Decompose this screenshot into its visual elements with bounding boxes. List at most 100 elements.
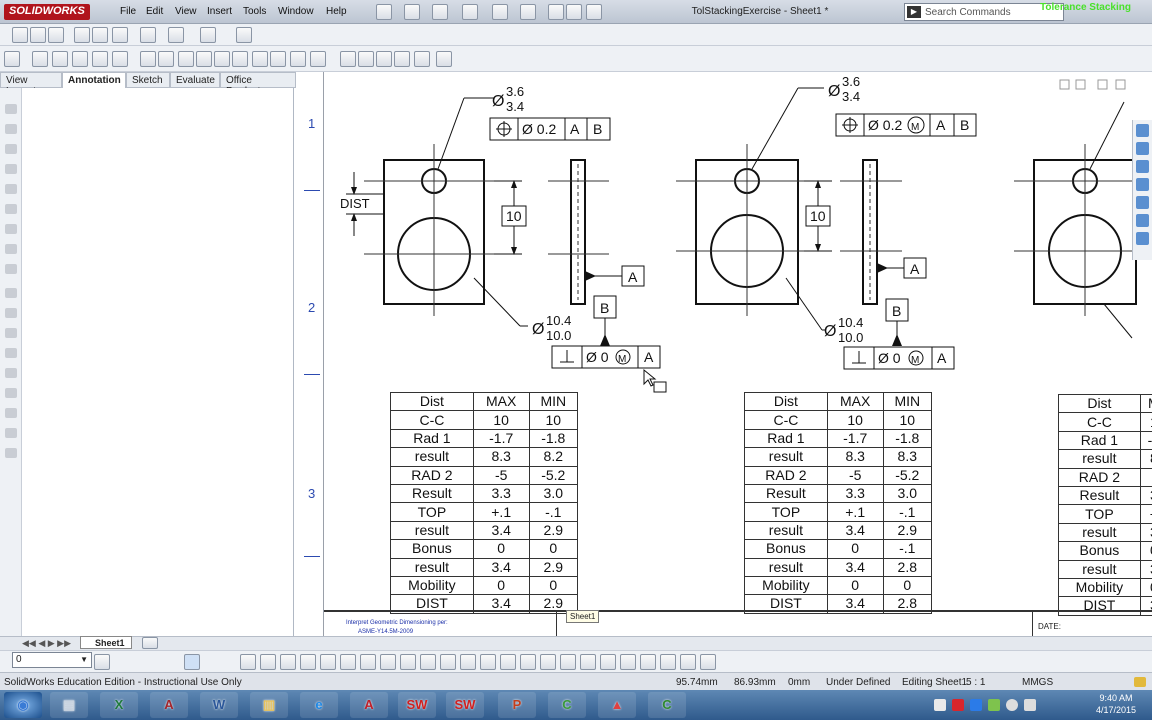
table-cell[interactable]: 8.2 <box>528 447 579 467</box>
tolerance-table-2[interactable]: Dist MAX MIN C-C 10 10 Rad 1 -1.7 -1.8 result 8.3 8… <box>744 391 933 614</box>
table-cell[interactable]: TOP <box>744 502 828 522</box>
view-orientation-icon[interactable] <box>92 27 108 43</box>
table-cell[interactable]: result <box>744 447 828 467</box>
table-header-cell[interactable]: MIN <box>882 391 933 412</box>
geometric-tolerance-icon[interactable] <box>252 51 268 67</box>
select-tool-icon[interactable] <box>184 654 200 670</box>
datum-feature-icon[interactable] <box>270 51 286 67</box>
view-settings-icon[interactable] <box>236 27 252 43</box>
strip-icon[interactable] <box>5 104 17 114</box>
grid-icon[interactable] <box>480 654 496 670</box>
custom-properties-icon[interactable] <box>1136 232 1149 245</box>
tab-sketch[interactable]: Sketch <box>126 72 170 88</box>
menu-window[interactable]: Window <box>278 6 314 17</box>
rebuild-status-icon[interactable] <box>1134 677 1146 687</box>
table-cell[interactable]: Bonus <box>1058 541 1141 561</box>
table-cell[interactable]: -1.8 <box>528 428 579 449</box>
table-cell[interactable]: Bonus <box>744 539 828 559</box>
sketch-rectangle-icon[interactable] <box>260 654 276 670</box>
balloon-icon[interactable] <box>140 51 156 67</box>
new-document-icon[interactable] <box>376 4 392 20</box>
datum-target-icon[interactable] <box>290 51 306 67</box>
table-cell[interactable]: result <box>744 520 828 541</box>
add-relation-icon[interactable] <box>420 654 436 670</box>
magnetic-line-icon[interactable] <box>178 51 194 67</box>
linear-note-pattern-icon[interactable] <box>112 51 128 67</box>
table-cell[interactable]: result <box>744 557 828 577</box>
rotate-icon[interactable] <box>640 654 656 670</box>
table-cell[interactable]: result <box>390 520 474 541</box>
sketch-spline-icon[interactable] <box>320 654 336 670</box>
table-header-cell[interactable]: M <box>1139 393 1152 414</box>
blocks-icon[interactable] <box>310 51 326 67</box>
menu-insert[interactable]: Insert <box>207 6 232 17</box>
table-cell[interactable]: -.1 <box>882 502 933 522</box>
table-header-cell[interactable]: MAX <box>472 391 530 412</box>
table-header-cell[interactable]: Dist <box>390 391 474 412</box>
table-cell[interactable]: -1.8 <box>882 428 933 449</box>
table-header-cell[interactable]: MAX <box>826 391 884 412</box>
table-cell[interactable]: -5 <box>826 465 884 485</box>
strip-icon[interactable] <box>5 428 17 438</box>
strip-icon[interactable] <box>5 388 17 398</box>
strip-icon[interactable] <box>5 144 17 154</box>
strip-icon[interactable] <box>5 368 17 378</box>
taskbar-ie-icon[interactable]: e <box>300 692 338 718</box>
pattern-icon[interactable] <box>600 654 616 670</box>
table-cell[interactable]: 0 <box>472 575 530 596</box>
copy-icon[interactable] <box>680 654 696 670</box>
table-cell[interactable]: 2.9 <box>528 557 579 577</box>
taskbar-acrobat-icon[interactable]: A <box>350 692 388 718</box>
strip-icon[interactable] <box>5 408 17 418</box>
close-sketch-icon[interactable] <box>700 654 716 670</box>
table-header-cell[interactable]: MIN <box>528 391 579 412</box>
table-cell[interactable]: 0 <box>472 539 530 559</box>
network-icon[interactable] <box>1006 699 1018 711</box>
tab-annotation[interactable]: Annotation <box>62 72 126 88</box>
tab-evaluate[interactable]: Evaluate <box>170 72 220 88</box>
table-cell[interactable]: Result <box>1058 485 1141 506</box>
table-cell[interactable]: Rad 1 <box>744 428 828 449</box>
tolerance-table-1[interactable]: Dist MAX MIN C-C 10 10 Rad 1 -1.7 -1.8 result 8.3 8… <box>390 391 579 614</box>
strip-icon[interactable] <box>5 204 17 214</box>
table-cell[interactable]: -1.7 <box>826 428 884 449</box>
table-cell[interactable]: 8.3 <box>882 447 933 467</box>
menu-file[interactable]: File <box>120 6 136 17</box>
drawing-sheet[interactable]: Ø 3.6 3.4 Ø 0.2 A B DIST 10 A B Ø 10.4 1… <box>324 72 1152 640</box>
file-explorer-icon[interactable] <box>1136 178 1149 191</box>
format-painter-icon[interactable] <box>72 51 88 67</box>
design-library-icon[interactable] <box>1136 160 1149 173</box>
table-cell[interactable]: 0 <box>528 539 579 559</box>
dimension-icon[interactable] <box>500 654 516 670</box>
tray-icon[interactable] <box>934 699 946 711</box>
table-cell[interactable]: TOP <box>390 502 474 522</box>
table-cell[interactable]: result <box>1058 559 1141 579</box>
table-cell[interactable]: Result <box>744 483 828 504</box>
edit-appearance-icon[interactable] <box>168 27 184 43</box>
table-cell[interactable]: -1.7 <box>472 428 530 449</box>
taskbar-explorer-icon[interactable]: ▤ <box>50 692 88 718</box>
strip-icon[interactable] <box>5 164 17 174</box>
table-cell[interactable]: 0 <box>528 575 579 596</box>
table-cell[interactable]: 1 <box>1139 412 1152 432</box>
table-cell[interactable]: 3.0 <box>882 483 933 504</box>
section-view-icon[interactable] <box>74 27 90 43</box>
table-cell[interactable]: -1 <box>1139 430 1152 451</box>
layer-select[interactable]: 0 ▼ <box>12 652 92 668</box>
revision-cloud-icon[interactable] <box>394 51 410 67</box>
table-cell[interactable]: -5.2 <box>882 465 933 485</box>
mirror-icon[interactable] <box>400 654 416 670</box>
table-cell[interactable]: +.1 <box>472 502 530 522</box>
centerline-tool-icon[interactable] <box>520 654 536 670</box>
table-cell[interactable]: 2.9 <box>882 520 933 541</box>
offset-icon[interactable] <box>380 654 396 670</box>
revision-symbol-icon[interactable] <box>414 51 430 67</box>
taskbar-camtasia2-icon[interactable]: C <box>648 692 686 718</box>
model-items-icon[interactable] <box>32 51 48 67</box>
table-cell[interactable]: 3 <box>1139 559 1152 579</box>
table-cell[interactable]: 8 <box>1139 449 1152 469</box>
auto-balloon-icon[interactable] <box>158 51 174 67</box>
sheet-tab[interactable]: Sheet1 <box>80 636 132 649</box>
sheet-nav-arrows-icon[interactable]: ◀◀ ◀ ▶ ▶▶ <box>22 638 71 649</box>
options-icon[interactable] <box>586 4 602 20</box>
